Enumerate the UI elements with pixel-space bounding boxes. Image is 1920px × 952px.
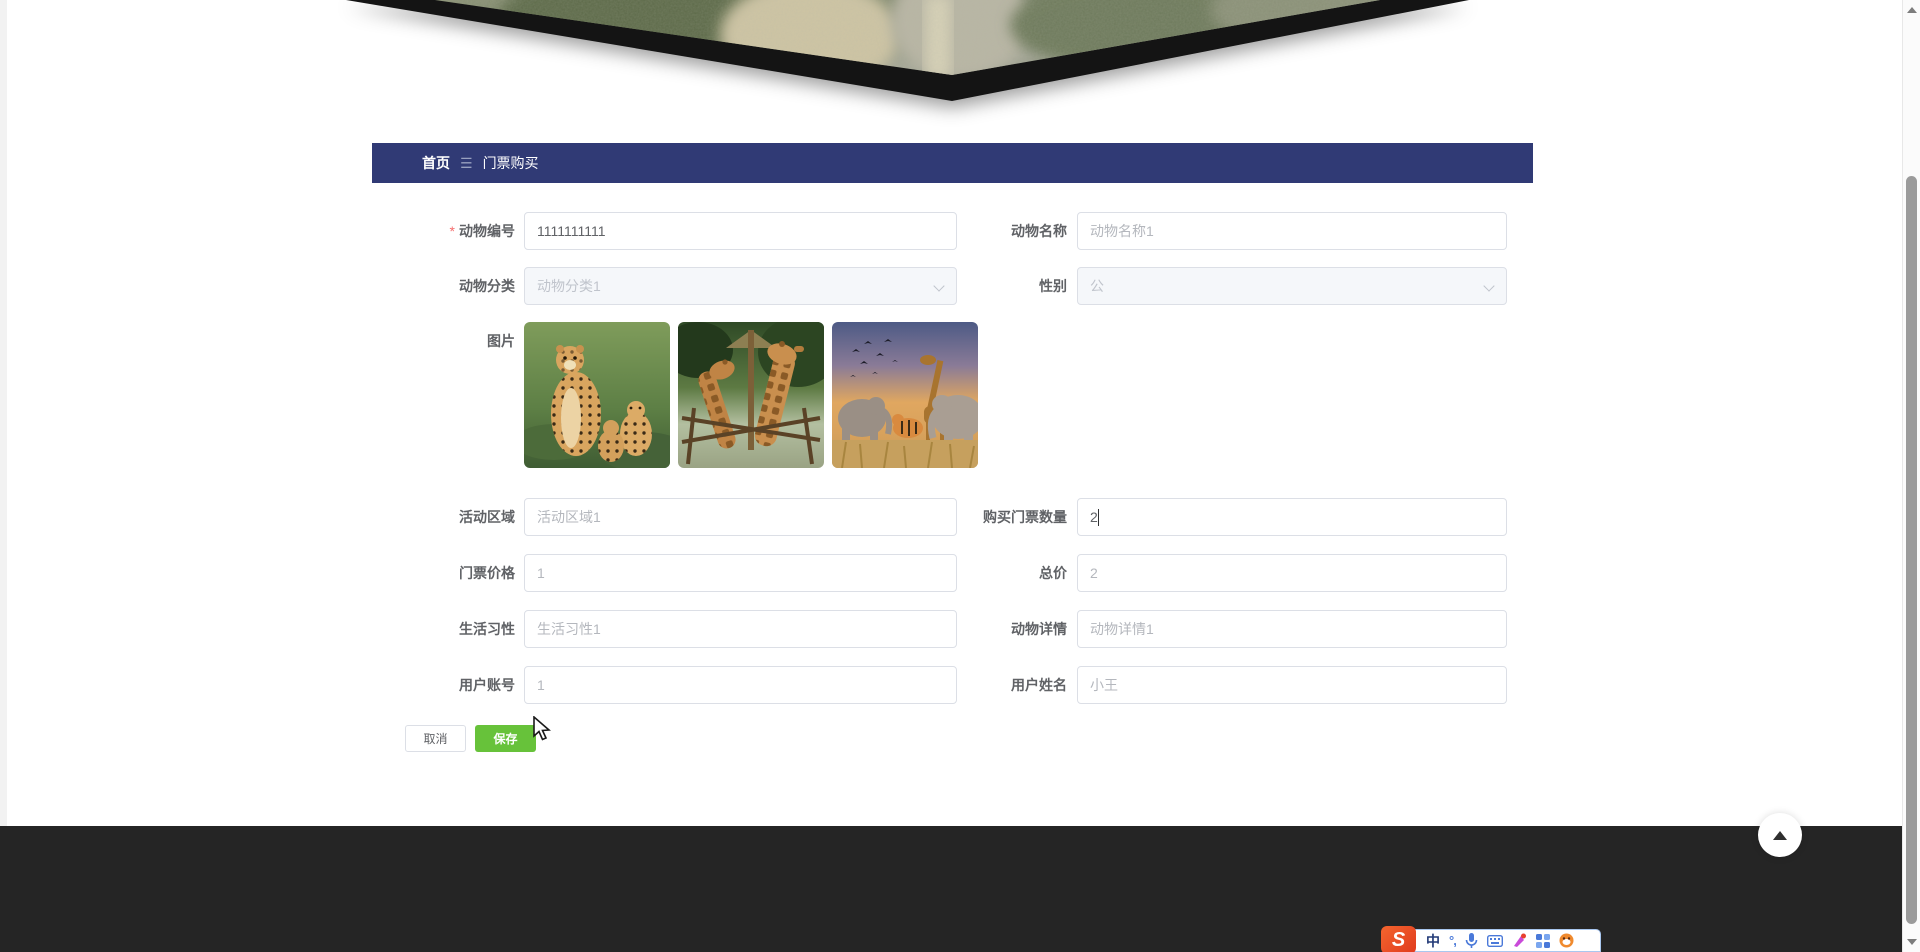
- area-label: 活动区域: [459, 509, 515, 525]
- savanna-photo[interactable]: [832, 322, 978, 468]
- price-label: 门票价格: [459, 565, 515, 581]
- quantity-label: 购买门票数量: [983, 509, 1067, 525]
- images-label: 图片: [487, 333, 515, 349]
- gender-value: 公: [1090, 278, 1104, 294]
- username-label: 用户姓名: [1011, 677, 1067, 693]
- total-input[interactable]: [1077, 554, 1507, 592]
- ime-logo-icon[interactable]: S: [1381, 926, 1416, 952]
- toolbox-grid-icon[interactable]: [1535, 933, 1550, 948]
- text-caret: [1098, 509, 1099, 526]
- total-label: 总价: [1039, 565, 1067, 581]
- price-input[interactable]: [524, 554, 957, 592]
- mouse-cursor: [533, 716, 551, 741]
- save-button[interactable]: 保存: [475, 725, 536, 752]
- page: 首页 ☰ 门票购买 *动物编号 动物名称 动物分类 动物分类1 性别 公 图片: [0, 0, 1920, 952]
- required-asterisk: *: [449, 223, 455, 239]
- skin-brush-icon[interactable]: [1512, 933, 1527, 948]
- giraffe-photo[interactable]: [678, 322, 824, 468]
- cheetah-photo[interactable]: [524, 322, 670, 468]
- ime-punctuation-icon[interactable]: °,: [1449, 933, 1457, 948]
- quantity-input[interactable]: [1077, 498, 1507, 536]
- window-left-edge: [0, 0, 7, 826]
- back-to-top-button[interactable]: [1758, 813, 1802, 857]
- animal-category-label: 动物分类: [459, 278, 515, 294]
- scrollbar-down-arrow[interactable]: [1903, 934, 1920, 950]
- account-label: 用户账号: [459, 677, 515, 693]
- breadcrumb-current: 门票购买: [482, 155, 539, 171]
- page-footer: [0, 826, 1920, 952]
- account-input[interactable]: [524, 666, 957, 704]
- details-input[interactable]: [1077, 610, 1507, 648]
- area-input[interactable]: [524, 498, 957, 536]
- animal-name-input[interactable]: [1077, 212, 1507, 250]
- ime-toolbar[interactable]: S 中 °,: [1381, 926, 1601, 952]
- chevron-down-icon: [1483, 280, 1495, 292]
- ime-language-mode[interactable]: 中: [1426, 931, 1440, 951]
- cancel-button[interactable]: 取消: [405, 725, 466, 752]
- animal-category-select[interactable]: 动物分类1: [524, 267, 957, 305]
- gender-label: 性别: [1039, 278, 1067, 294]
- breadcrumb: 首页 ☰ 门票购买: [372, 143, 1533, 183]
- details-label: 动物详情: [1011, 621, 1067, 637]
- animal-no-label: * 动物编号: [449, 223, 515, 239]
- breadcrumb-separator-icon: ☰: [460, 154, 473, 171]
- animal-category-value: 动物分类1: [537, 278, 601, 294]
- emoji-face-icon[interactable]: [1559, 933, 1574, 948]
- habits-label: 生活习性: [459, 621, 515, 637]
- habits-input[interactable]: [524, 610, 957, 648]
- animal-no-input[interactable]: [524, 212, 957, 250]
- username-input[interactable]: [1077, 666, 1507, 704]
- vertical-scrollbar[interactable]: [1902, 0, 1920, 952]
- breadcrumb-home-link[interactable]: 首页: [422, 153, 450, 173]
- hero-chevron-banner: [346, 0, 1469, 101]
- scrollbar-up-arrow[interactable]: [1903, 2, 1920, 18]
- animal-name-label: 动物名称: [1011, 223, 1067, 239]
- microphone-icon[interactable]: [1465, 932, 1478, 949]
- keyboard-icon[interactable]: [1486, 934, 1503, 947]
- arrow-up-icon: [1773, 830, 1787, 840]
- scrollbar-thumb[interactable]: [1906, 176, 1917, 924]
- gender-select[interactable]: 公: [1077, 267, 1507, 305]
